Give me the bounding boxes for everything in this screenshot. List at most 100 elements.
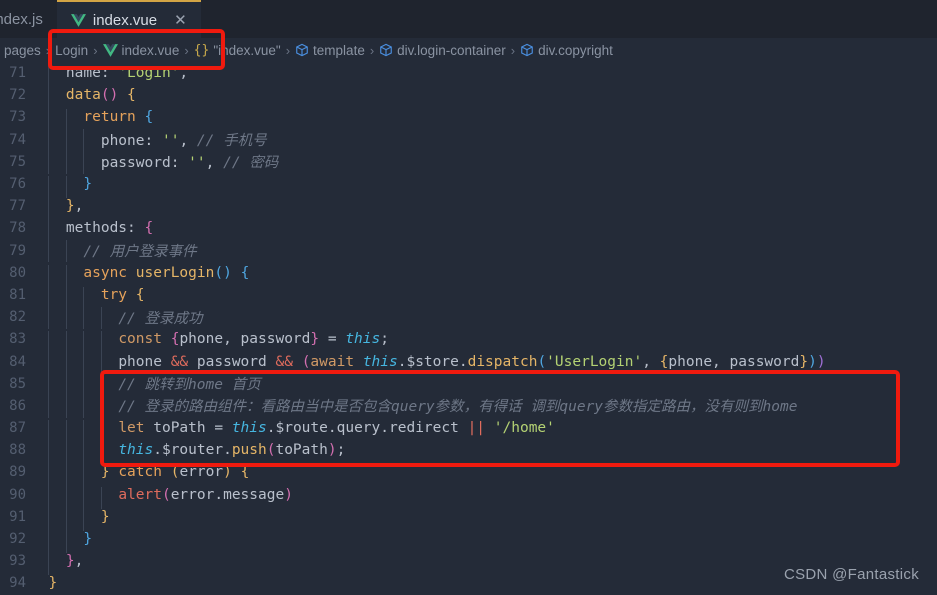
code-editor[interactable]: 71 name: 'Login', 72 data() {73 return {7… bbox=[0, 62, 937, 595]
code-token: { bbox=[144, 220, 154, 237]
line-number: 91 bbox=[9, 508, 26, 525]
code-token: dispatch bbox=[467, 353, 538, 370]
line-number: 90 bbox=[9, 486, 26, 503]
code-line-content: }, bbox=[31, 553, 84, 576]
code-token: password bbox=[188, 353, 276, 370]
code-token: ; bbox=[336, 442, 346, 459]
code-line[interactable]: 73 return { bbox=[0, 106, 937, 132]
code-line[interactable]: 86 // 登录的路由组件：看路由当中是否包含query参数，有得话 调到que… bbox=[0, 395, 937, 418]
code-line[interactable]: 85 // 跳转到home 首页 bbox=[0, 373, 937, 396]
code-line[interactable]: 71 name: 'Login', bbox=[0, 62, 937, 88]
indent-guide bbox=[48, 395, 50, 418]
code-line-content: async userLogin() { bbox=[31, 264, 249, 287]
indent-guide bbox=[65, 129, 67, 152]
code-token: . bbox=[223, 442, 232, 459]
code-line-content: this.$router.push(toPath); bbox=[31, 442, 346, 465]
tab-index-vue[interactable]: index.vue ✕ bbox=[56, 0, 201, 38]
code-line-content: alert(error.message) bbox=[31, 486, 293, 509]
code-line-content: // 用户登录事件 bbox=[31, 240, 197, 263]
tab-index-js[interactable]: index.js bbox=[0, 0, 57, 38]
code-line[interactable]: 84 phone && password && (await this.$sto… bbox=[0, 350, 937, 376]
breadcrumb-separator: › bbox=[369, 42, 375, 58]
code-line[interactable]: 76 } bbox=[0, 173, 937, 199]
breadcrumb-item-pages[interactable]: pages bbox=[2, 43, 43, 58]
code-token: } bbox=[100, 464, 110, 481]
indent-guide bbox=[83, 373, 85, 396]
code-line[interactable]: 78 methods: { bbox=[0, 217, 937, 243]
code-token: try bbox=[100, 286, 128, 303]
code-line[interactable]: 82 // 登录成功 bbox=[0, 306, 937, 329]
code-line[interactable]: 88 this.$router.push(toPath); bbox=[0, 439, 937, 465]
code-line[interactable]: 75 password: '', // 密码 bbox=[0, 151, 937, 174]
code-line-content: data() { bbox=[31, 87, 136, 110]
code-token: methods bbox=[65, 220, 128, 237]
line-number: 81 bbox=[9, 286, 26, 303]
breadcrumb-item-index-vue[interactable]: index.vue bbox=[101, 43, 182, 58]
indent-guide bbox=[100, 373, 102, 396]
code-line[interactable]: 72 data() { bbox=[0, 84, 937, 110]
vue-file-icon bbox=[102, 43, 118, 57]
code-token: } bbox=[83, 531, 93, 548]
code-token: ) bbox=[223, 464, 232, 481]
code-token: . bbox=[327, 420, 337, 437]
code-line-content: } bbox=[31, 575, 57, 591]
code-token: name bbox=[65, 65, 101, 82]
code-line[interactable]: 89 } catch (error) { bbox=[0, 461, 937, 487]
breadcrumb-item-login[interactable]: Login bbox=[53, 43, 90, 58]
code-line-content: // 跳转到home 首页 bbox=[31, 373, 261, 396]
braces-icon: {} bbox=[193, 42, 210, 58]
code-token: $router bbox=[161, 442, 224, 459]
code-token: { bbox=[135, 286, 145, 303]
line-number: 88 bbox=[9, 442, 26, 459]
code-token: const bbox=[118, 331, 162, 348]
code-token: , bbox=[74, 553, 84, 570]
code-token: ( bbox=[161, 486, 171, 503]
code-line[interactable]: 77 }, bbox=[0, 195, 937, 221]
code-line-content: phone && password && (await this.$store.… bbox=[31, 353, 826, 376]
code-line[interactable]: 91 } bbox=[0, 506, 937, 532]
code-token: // 用户登录事件 bbox=[83, 244, 197, 261]
code-line[interactable]: 79 // 用户登录事件 bbox=[0, 240, 937, 263]
code-token: && bbox=[170, 353, 189, 370]
line-number: 77 bbox=[9, 198, 26, 215]
breadcrumb-item-template[interactable]: template bbox=[293, 43, 367, 58]
code-line[interactable]: 87 let toPath = this.$route.query.redire… bbox=[0, 417, 937, 443]
breadcrumb: pages › Login › index.vue › {} "index.vu… bbox=[0, 38, 937, 62]
code-token: this bbox=[231, 420, 267, 437]
breadcrumb-item-index-vue-symbol[interactable]: {} "index.vue" bbox=[192, 43, 283, 58]
code-line[interactable]: 81 try { bbox=[0, 284, 937, 310]
code-token: () bbox=[214, 264, 232, 281]
code-token: || bbox=[467, 420, 486, 437]
code-line[interactable]: 90 alert(error.message) bbox=[0, 484, 937, 509]
code-token: this bbox=[118, 442, 154, 459]
code-token: async bbox=[83, 264, 128, 281]
breadcrumb-item-div-copyright[interactable]: div.copyright bbox=[518, 43, 615, 58]
code-line[interactable]: 83 const {phone, password} = this; bbox=[0, 328, 937, 354]
breadcrumb-item-div-login-container[interactable]: div.login-container bbox=[377, 43, 508, 58]
code-token: , bbox=[205, 155, 224, 172]
indent-guide bbox=[48, 151, 50, 174]
code-token: , bbox=[179, 133, 197, 150]
breadcrumb-label: pages bbox=[4, 42, 41, 58]
breadcrumb-label: div.copyright bbox=[538, 42, 613, 58]
code-token: phone bbox=[118, 353, 171, 370]
breadcrumb-separator: › bbox=[93, 42, 98, 58]
close-icon[interactable]: ✕ bbox=[174, 11, 187, 29]
vue-file-icon bbox=[70, 13, 86, 27]
code-line[interactable]: 74 phone: '', // 手机号 bbox=[0, 129, 937, 152]
breadcrumb-label: template bbox=[313, 42, 365, 58]
code-line[interactable]: 80 async userLogin() { bbox=[0, 262, 937, 287]
code-line[interactable]: 92 } bbox=[0, 528, 937, 554]
code-token: await bbox=[310, 353, 355, 370]
cube-icon bbox=[295, 43, 309, 57]
code-token: phone, password bbox=[668, 353, 800, 370]
line-number: 80 bbox=[9, 264, 26, 281]
code-token: return bbox=[83, 109, 136, 126]
breadcrumb-separator: › bbox=[285, 42, 291, 58]
line-number: 72 bbox=[9, 87, 26, 104]
code-token: : bbox=[170, 155, 189, 172]
